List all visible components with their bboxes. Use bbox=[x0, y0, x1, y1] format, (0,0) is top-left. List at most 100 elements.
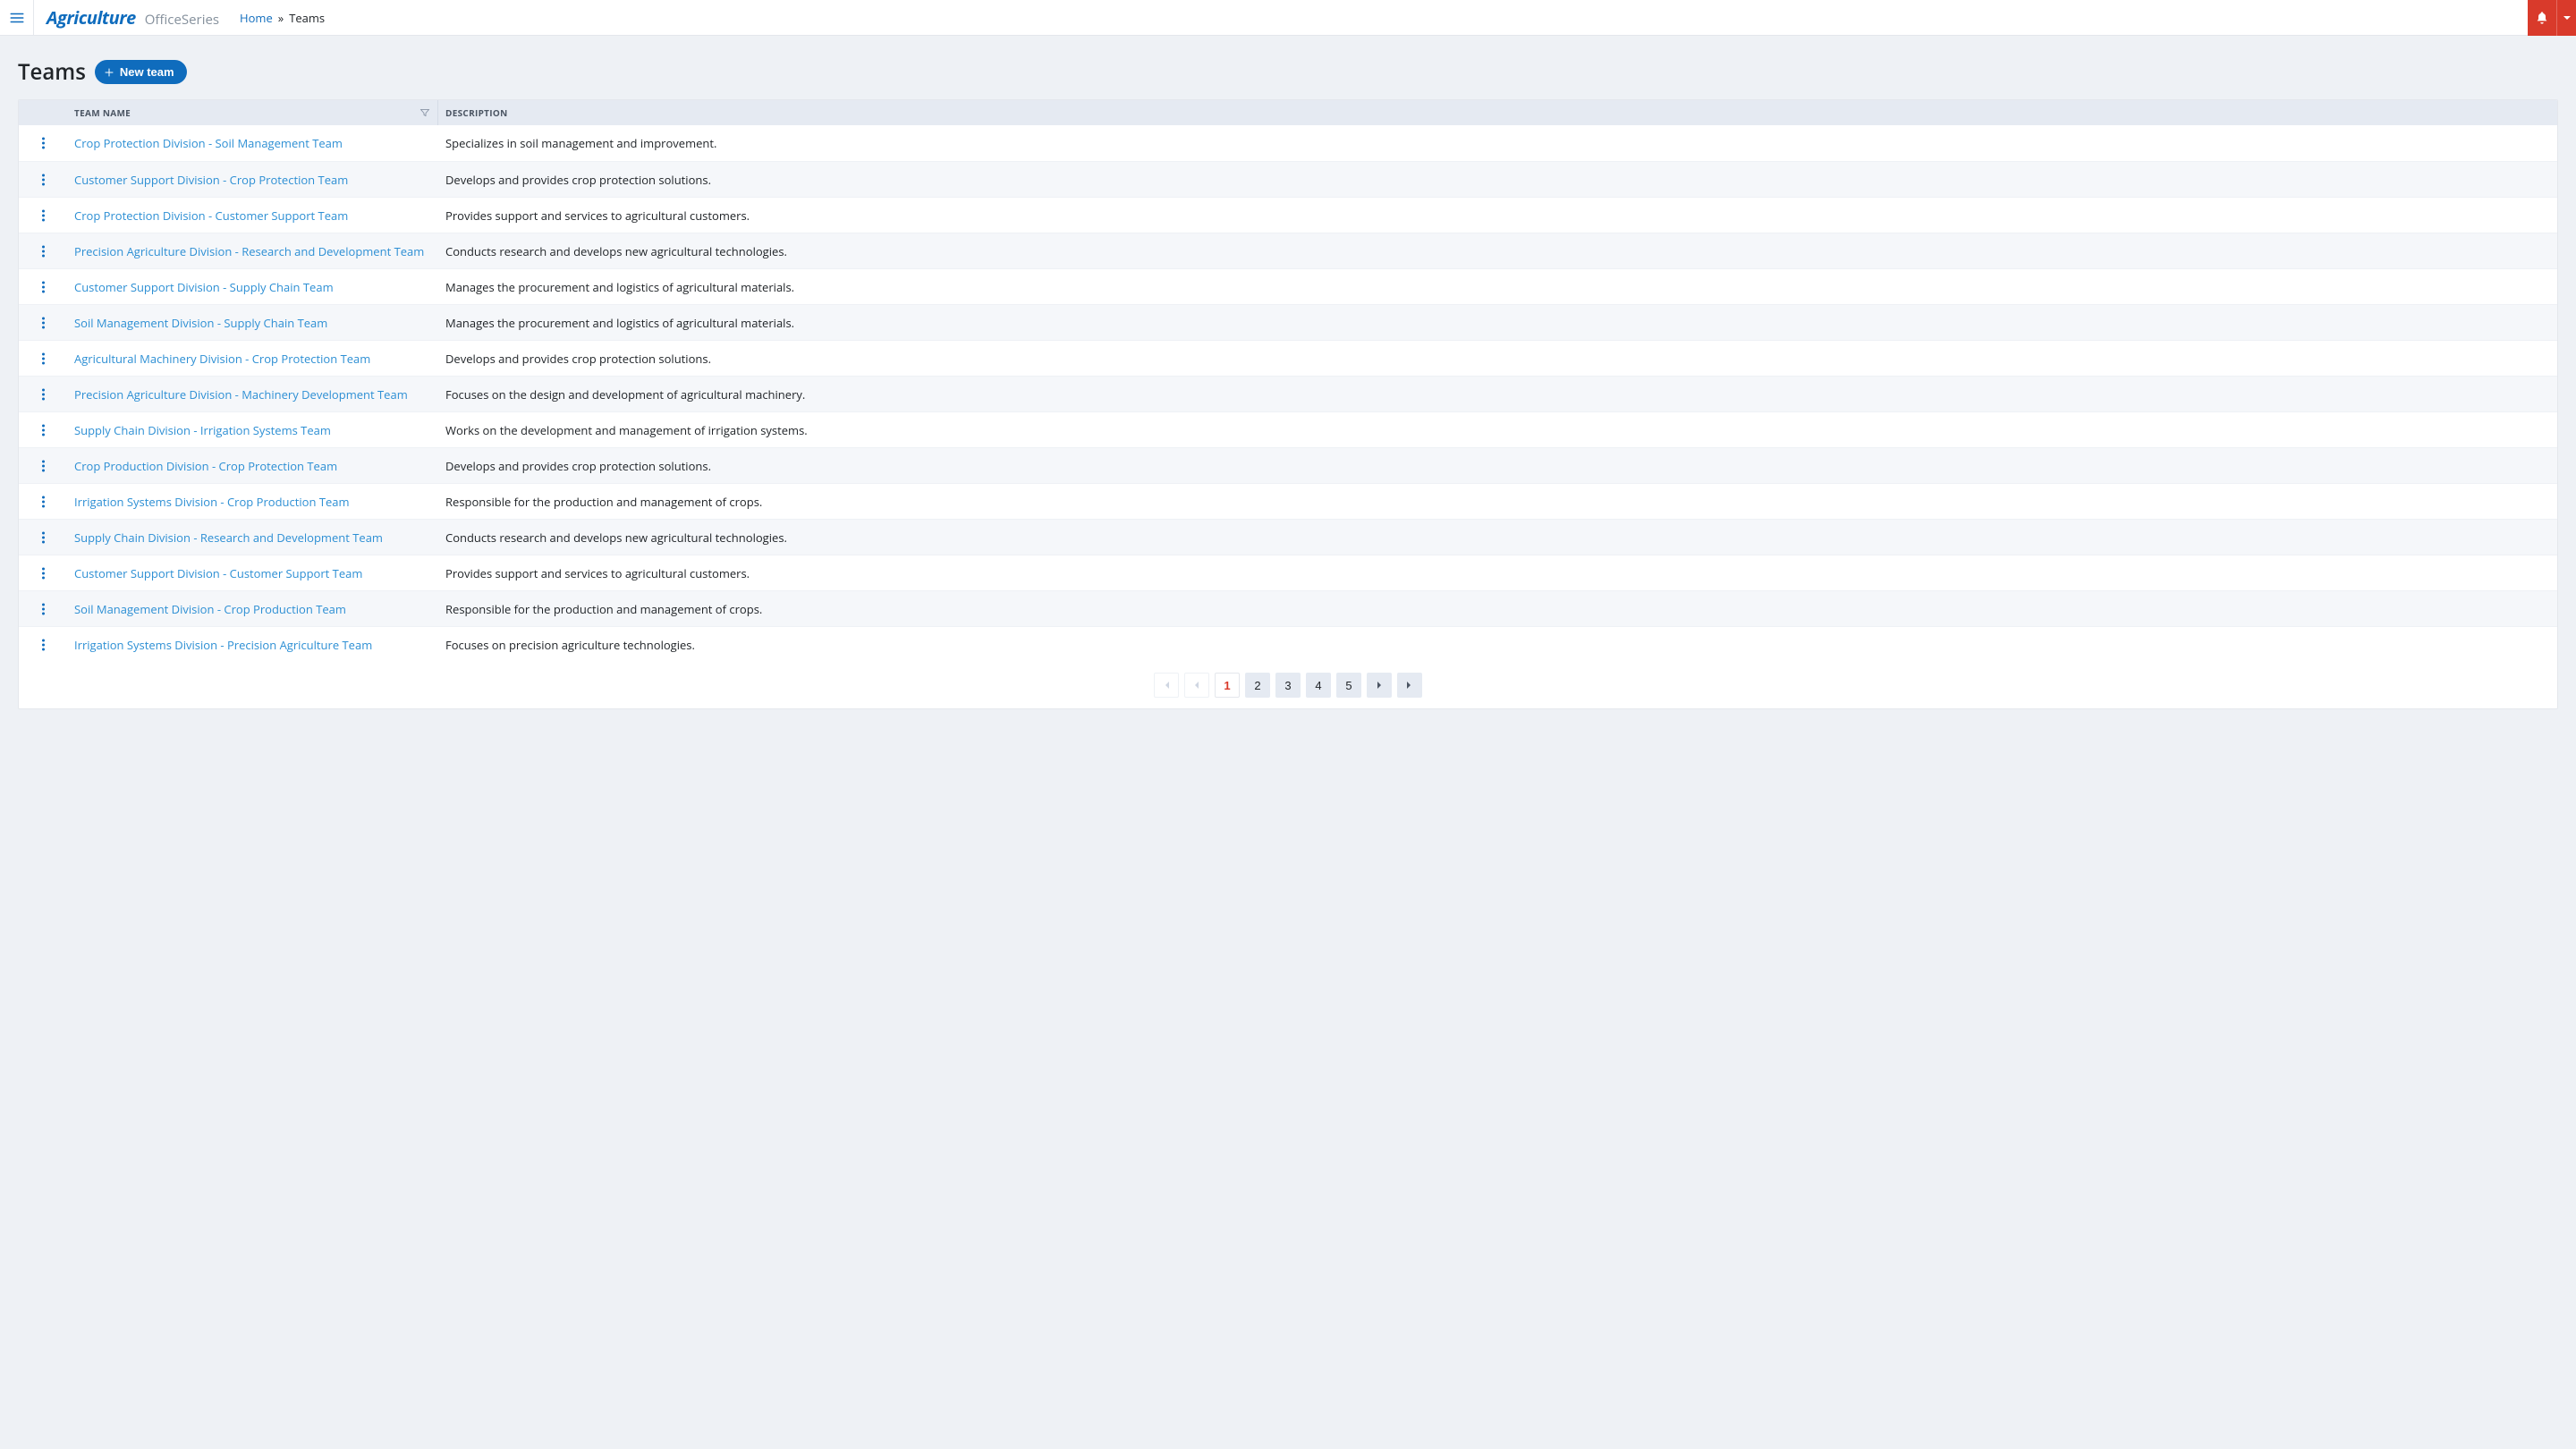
kebab-menu-icon bbox=[42, 460, 45, 472]
team-name-cell: Soil Management Division - Supply Chain … bbox=[68, 315, 438, 331]
team-name-link[interactable]: Crop Protection Division - Soil Manageme… bbox=[74, 135, 343, 151]
row-actions-button[interactable] bbox=[19, 424, 68, 436]
team-name-cell: Supply Chain Division - Research and Dev… bbox=[68, 530, 438, 546]
team-name-cell: Agricultural Machinery Division - Crop P… bbox=[68, 351, 438, 367]
notifications-dropdown-button[interactable] bbox=[2556, 0, 2576, 36]
pagination-last[interactable] bbox=[1397, 673, 1422, 698]
team-name-link[interactable]: Supply Chain Division - Research and Dev… bbox=[74, 530, 383, 546]
row-actions-button[interactable] bbox=[19, 281, 68, 293]
team-name-link[interactable]: Soil Management Division - Crop Producti… bbox=[74, 601, 346, 617]
row-actions-button[interactable] bbox=[19, 567, 68, 580]
kebab-menu-icon bbox=[42, 567, 45, 580]
pagination-page-2[interactable]: 2 bbox=[1245, 673, 1270, 698]
kebab-menu-icon bbox=[42, 603, 45, 615]
pagination-first bbox=[1154, 673, 1179, 698]
page-title: Teams bbox=[18, 57, 86, 87]
team-name-link[interactable]: Irrigation Systems Division - Crop Produ… bbox=[74, 494, 350, 510]
team-name-cell: Crop Protection Division - Soil Manageme… bbox=[68, 135, 438, 151]
table-row: Irrigation Systems Division - Crop Produ… bbox=[19, 483, 2557, 519]
team-name-cell: Customer Support Division - Supply Chain… bbox=[68, 279, 438, 295]
table-row: Precision Agriculture Division - Machine… bbox=[19, 376, 2557, 411]
breadcrumb-separator: » bbox=[278, 10, 284, 26]
row-actions-button[interactable] bbox=[19, 317, 68, 329]
team-name-cell: Precision Agriculture Division - Researc… bbox=[68, 243, 438, 259]
row-actions-button[interactable] bbox=[19, 496, 68, 508]
last-page-icon bbox=[1405, 681, 1414, 690]
kebab-menu-icon bbox=[42, 424, 45, 436]
team-name-link[interactable]: Customer Support Division - Supply Chain… bbox=[74, 279, 334, 295]
row-actions-button[interactable] bbox=[19, 460, 68, 472]
team-description-cell: Provides support and services to agricul… bbox=[438, 565, 2557, 581]
team-description-cell: Provides support and services to agricul… bbox=[438, 208, 2557, 224]
team-name-cell: Irrigation Systems Division - Precision … bbox=[68, 637, 438, 653]
pagination-prev bbox=[1184, 673, 1209, 698]
new-team-button[interactable]: New team bbox=[95, 60, 187, 84]
team-name-link[interactable]: Supply Chain Division - Irrigation Syste… bbox=[74, 422, 331, 438]
team-name-link[interactable]: Precision Agriculture Division - Machine… bbox=[74, 386, 408, 402]
first-page-icon bbox=[1162, 681, 1171, 690]
table-row: Precision Agriculture Division - Researc… bbox=[19, 233, 2557, 268]
row-actions-button[interactable] bbox=[19, 209, 68, 222]
team-description-cell: Develops and provides crop protection so… bbox=[438, 458, 2557, 474]
caret-down-icon bbox=[2563, 13, 2572, 22]
breadcrumb-home-link[interactable]: Home bbox=[240, 10, 273, 26]
kebab-menu-icon bbox=[42, 639, 45, 651]
hamburger-menu-button[interactable] bbox=[0, 0, 34, 36]
kebab-menu-icon bbox=[42, 531, 45, 544]
row-actions-button[interactable] bbox=[19, 245, 68, 258]
chevron-left-icon bbox=[1192, 681, 1201, 690]
filter-button[interactable] bbox=[419, 107, 430, 118]
pagination-page-3[interactable]: 3 bbox=[1275, 673, 1301, 698]
plus-icon bbox=[104, 67, 114, 78]
kebab-menu-icon bbox=[42, 209, 45, 222]
pagination-page-1[interactable]: 1 bbox=[1215, 673, 1240, 698]
kebab-menu-icon bbox=[42, 281, 45, 293]
team-name-link[interactable]: Customer Support Division - Crop Protect… bbox=[74, 172, 348, 188]
row-actions-button[interactable] bbox=[19, 352, 68, 365]
row-actions-button[interactable] bbox=[19, 531, 68, 544]
team-name-cell: Customer Support Division - Customer Sup… bbox=[68, 565, 438, 581]
table-row: Crop Protection Division - Soil Manageme… bbox=[19, 125, 2557, 161]
team-name-link[interactable]: Customer Support Division - Customer Sup… bbox=[74, 565, 362, 581]
page-header: Teams New team bbox=[18, 57, 2558, 87]
pagination-page-4[interactable]: 4 bbox=[1306, 673, 1331, 698]
team-name-cell: Soil Management Division - Crop Producti… bbox=[68, 601, 438, 617]
table-row: Crop Production Division - Crop Protecti… bbox=[19, 447, 2557, 483]
row-actions-button[interactable] bbox=[19, 603, 68, 615]
pagination-page-5[interactable]: 5 bbox=[1336, 673, 1361, 698]
alerts bbox=[2528, 0, 2576, 36]
app-name: Agriculture bbox=[47, 5, 136, 30]
team-name-link[interactable]: Crop Protection Division - Customer Supp… bbox=[74, 208, 348, 224]
team-description-cell: Focuses on precision agriculture technol… bbox=[438, 637, 2557, 653]
team-name-cell: Crop Production Division - Crop Protecti… bbox=[68, 458, 438, 474]
hamburger-icon bbox=[9, 10, 25, 26]
bell-icon bbox=[2535, 11, 2549, 25]
team-description-cell: Responsible for the production and manag… bbox=[438, 601, 2557, 617]
team-name-link[interactable]: Agricultural Machinery Division - Crop P… bbox=[74, 351, 370, 367]
filter-icon bbox=[419, 107, 430, 118]
team-description-cell: Focuses on the design and development of… bbox=[438, 386, 2557, 402]
team-name-link[interactable]: Crop Production Division - Crop Protecti… bbox=[74, 458, 337, 474]
row-actions-button[interactable] bbox=[19, 174, 68, 186]
kebab-menu-icon bbox=[42, 317, 45, 329]
table-row: Customer Support Division - Customer Sup… bbox=[19, 555, 2557, 590]
table-row: Agricultural Machinery Division - Crop P… bbox=[19, 340, 2557, 376]
row-actions-button[interactable] bbox=[19, 137, 68, 149]
kebab-menu-icon bbox=[42, 496, 45, 508]
pagination-next[interactable] bbox=[1367, 673, 1392, 698]
table-header-description[interactable]: DESCRIPTION bbox=[438, 106, 2557, 119]
page: Teams New team TEAM NAME DESCRIPTION Cro… bbox=[0, 36, 2576, 736]
row-actions-button[interactable] bbox=[19, 639, 68, 651]
team-name-link[interactable]: Soil Management Division - Supply Chain … bbox=[74, 315, 327, 331]
kebab-menu-icon bbox=[42, 388, 45, 401]
table-header-name[interactable]: TEAM NAME bbox=[68, 100, 438, 125]
team-name-cell: Precision Agriculture Division - Machine… bbox=[68, 386, 438, 402]
notifications-button[interactable] bbox=[2528, 0, 2556, 36]
team-name-cell: Irrigation Systems Division - Crop Produ… bbox=[68, 494, 438, 510]
team-name-link[interactable]: Irrigation Systems Division - Precision … bbox=[74, 637, 372, 653]
team-name-link[interactable]: Precision Agriculture Division - Researc… bbox=[74, 243, 424, 259]
table-row: Irrigation Systems Division - Precision … bbox=[19, 626, 2557, 662]
row-actions-button[interactable] bbox=[19, 388, 68, 401]
chevron-right-icon bbox=[1375, 681, 1384, 690]
brand: Agriculture OfficeSeries bbox=[34, 5, 240, 30]
